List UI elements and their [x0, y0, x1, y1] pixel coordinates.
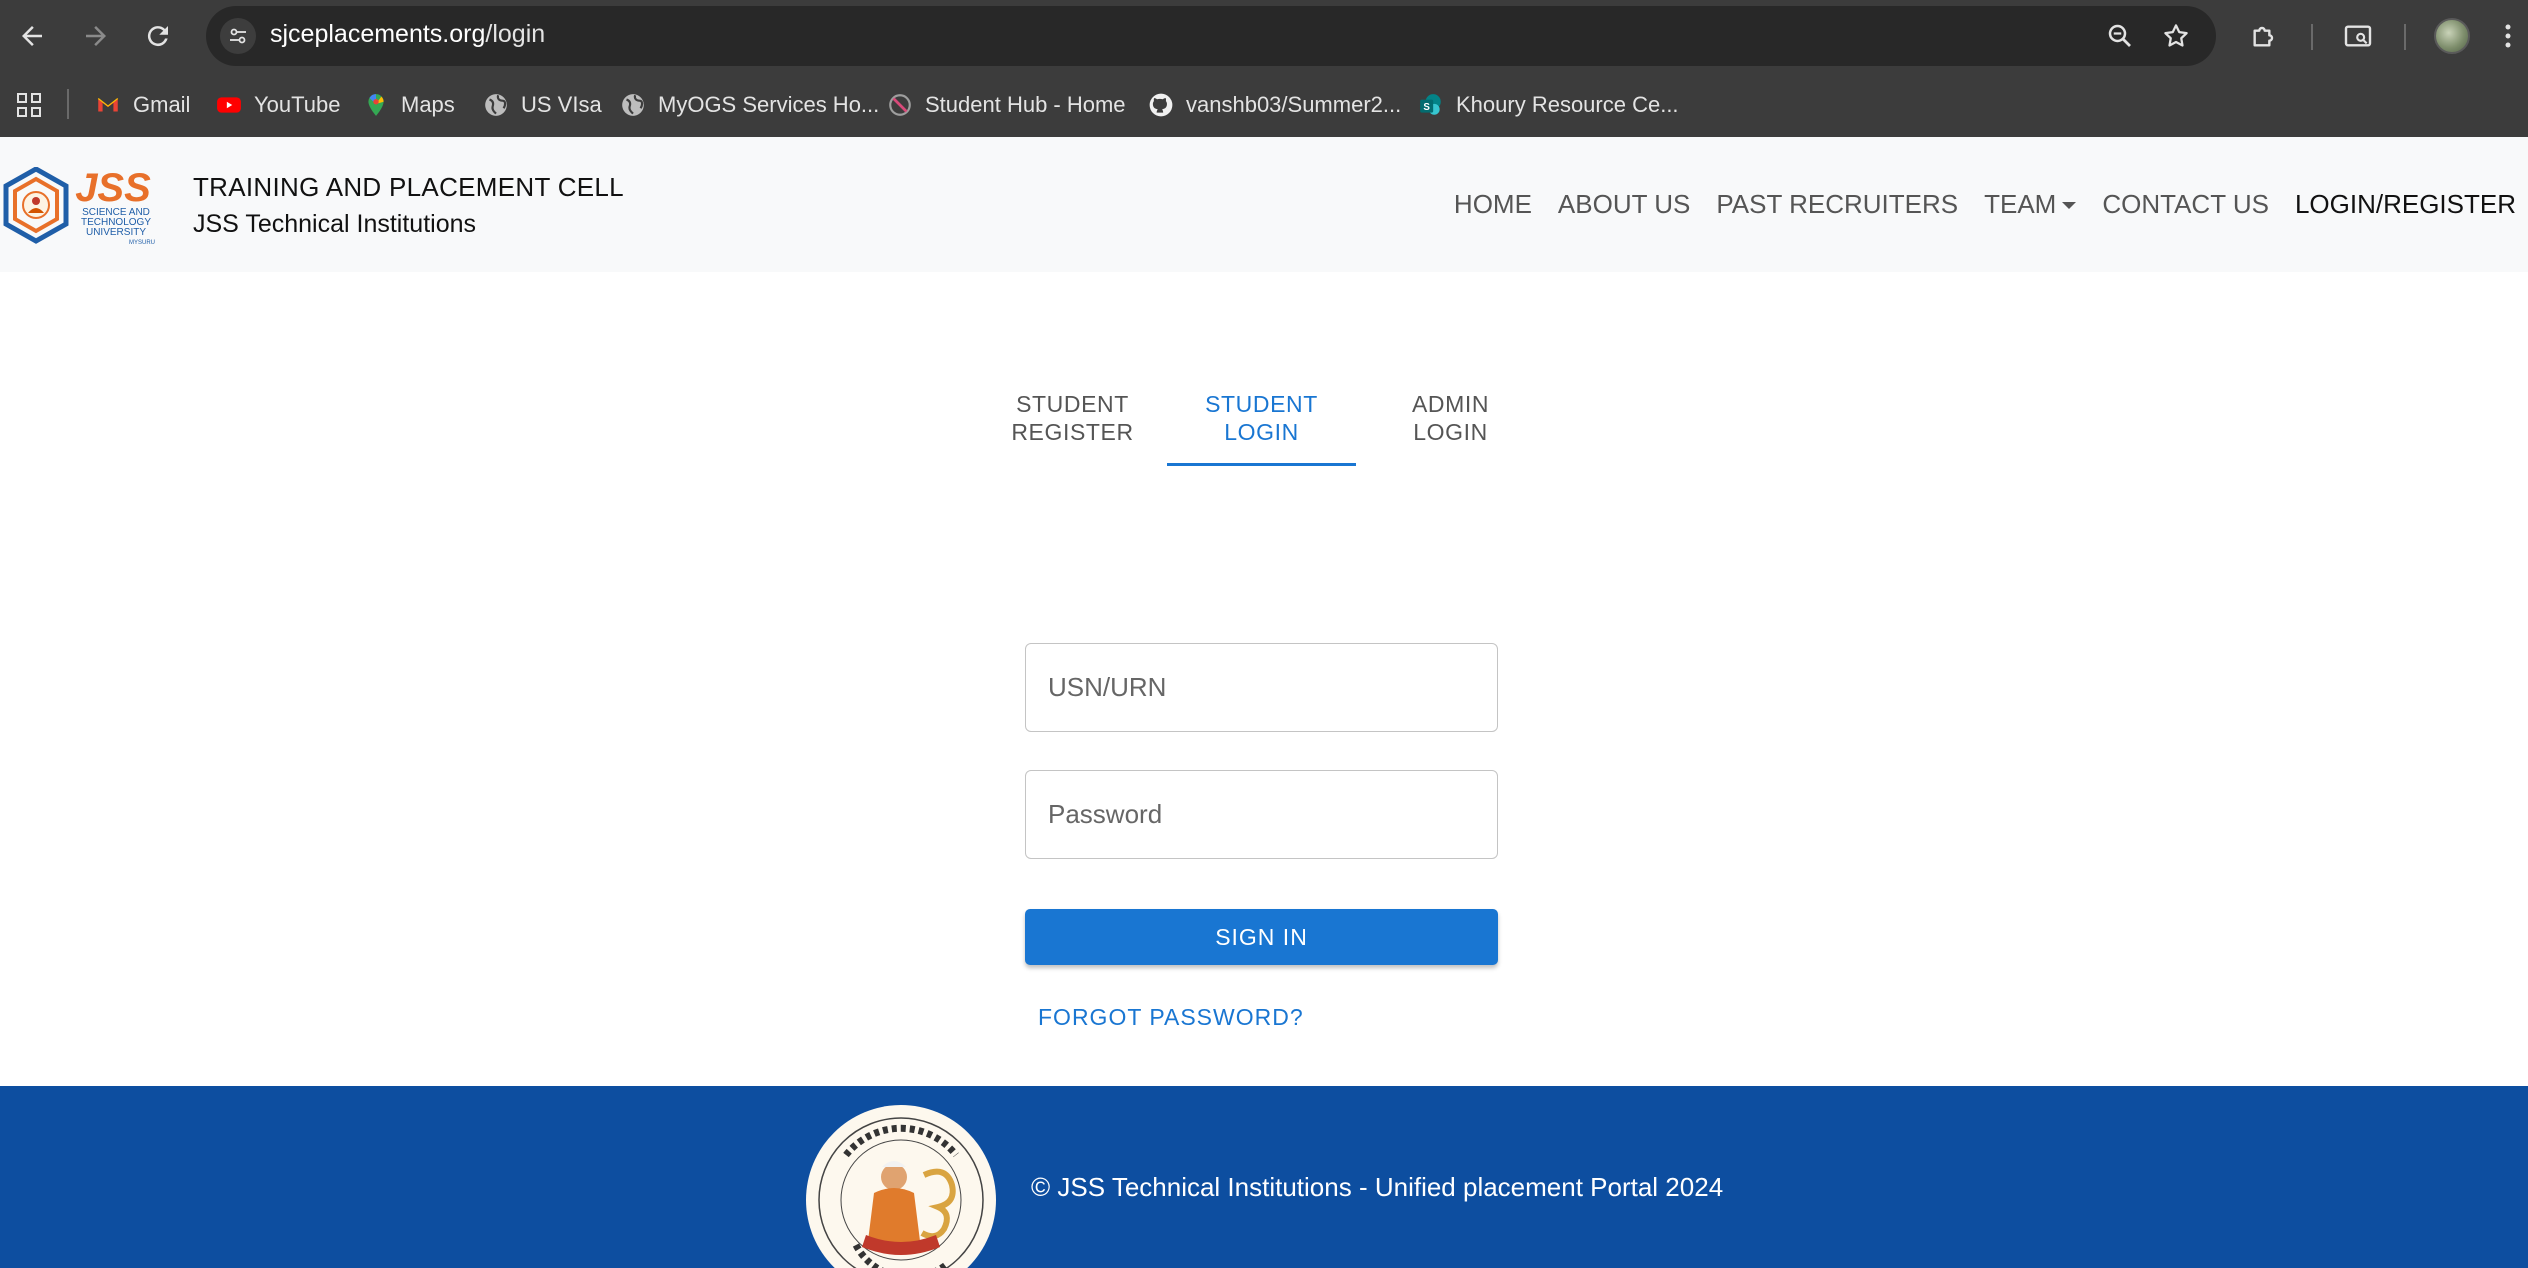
sharepoint-icon: S [1418, 92, 1444, 118]
tab-label: ADMIN [1411, 391, 1490, 417]
main-nav: HOME ABOUT US PAST RECRUITERS TEAM CONTA… [1428, 189, 2516, 220]
nav-past-recruiters[interactable]: PAST RECRUITERS [1716, 189, 1958, 220]
bookmark-github[interactable]: vanshb03/Summer2... [1148, 85, 1401, 125]
address-bar-row: sjceplacements.org/login [0, 0, 2528, 73]
site-title[interactable]: TRAINING AND PLACEMENT CELL [193, 172, 624, 203]
bookmark-label: vanshb03/Summer2... [1186, 92, 1402, 117]
omnibox[interactable]: sjceplacements.org/login [206, 6, 2216, 66]
svg-text:MYSURU: MYSURU [129, 240, 155, 246]
puzzle-icon [2253, 26, 2274, 47]
bookmark-label: Gmail [133, 92, 191, 117]
site-subtitle: JSS Technical Institutions [193, 210, 477, 238]
url-path: /login [485, 20, 546, 48]
site-footer: © JSS Technical Institutions - Unified p… [0, 1086, 2528, 1268]
bookmark-youtube[interactable]: YouTube [216, 85, 340, 125]
bookmarks-divider [67, 89, 69, 119]
tune-icon [230, 28, 246, 44]
apps-grid-icon [17, 93, 41, 117]
url-host: sjceplacements.org [270, 20, 486, 48]
tab-label: STUDENT [1016, 391, 1129, 417]
bookmark-maps[interactable]: Maps [363, 85, 455, 125]
student-hub-icon [887, 92, 913, 118]
tab-label: STUDENT [1205, 391, 1318, 417]
extensions-button[interactable] [2244, 16, 2284, 56]
toolbar-divider [2404, 24, 2406, 50]
bookmark-khoury[interactable]: S Khoury Resource Ce... [1418, 85, 1679, 125]
active-tab-indicator [1167, 463, 1356, 466]
star-icon [2164, 24, 2188, 47]
tab-student-register[interactable]: STUDENT REGISTER [978, 390, 1167, 468]
bookmark-student-hub[interactable]: Student Hub - Home [887, 85, 1126, 125]
nav-contact-us[interactable]: CONTACT US [2102, 189, 2269, 220]
reload-icon [147, 26, 168, 47]
bookmark-star-button[interactable] [2159, 19, 2193, 53]
tab-search-button[interactable] [2338, 16, 2378, 56]
jss-logo[interactable]: JSS SCIENCE AND TECHNOLOGY UNIVERSITY MY… [0, 166, 160, 247]
bookmark-label: YouTube [254, 92, 341, 117]
arrow-right-icon [86, 26, 106, 46]
browser-chrome: sjceplacements.org/login Gmail YouTube M… [0, 0, 2528, 137]
back-button[interactable] [14, 14, 50, 58]
gmail-icon [95, 92, 121, 118]
site-info-button[interactable] [220, 18, 256, 54]
password-input[interactable] [1026, 771, 1497, 858]
caret-down-icon [2062, 202, 2077, 209]
bookmark-label: Student Hub - Home [925, 92, 1126, 117]
tab-search-icon [2344, 25, 2372, 47]
usn-input[interactable] [1026, 644, 1497, 731]
usn-field[interactable] [1025, 643, 1498, 732]
svg-text:UNIVERSITY: UNIVERSITY [86, 227, 146, 238]
bookmark-gmail[interactable]: Gmail [95, 85, 190, 125]
globe-icon [620, 92, 646, 118]
more-vert-icon [2505, 24, 2511, 48]
tab-label: LOGIN [1413, 419, 1488, 445]
youtube-icon [216, 92, 242, 118]
password-field[interactable] [1025, 770, 1498, 859]
tab-admin-login[interactable]: ADMIN LOGIN [1356, 390, 1545, 468]
bookmark-label: Khoury Resource Ce... [1456, 92, 1679, 117]
apps-button[interactable] [12, 88, 46, 122]
nav-login-register[interactable]: LOGIN/REGISTER [2295, 189, 2516, 220]
tab-student-login[interactable]: STUDENT LOGIN [1167, 390, 1356, 468]
toolbar-divider [2311, 24, 2313, 50]
url-text[interactable]: sjceplacements.org/login [270, 20, 545, 49]
bookmark-label: US VIsa [521, 92, 602, 117]
zoom-button[interactable] [2103, 19, 2137, 53]
browser-menu-button[interactable] [2493, 16, 2523, 56]
github-icon [1148, 92, 1174, 118]
sign-in-button[interactable]: SIGN IN [1025, 909, 1498, 965]
svg-text:S: S [1423, 102, 1430, 113]
nav-team-dropdown[interactable]: TEAM [1984, 189, 2077, 220]
jss-seal-logo [806, 1105, 996, 1268]
bookmark-label: MyOGS Services Ho... [658, 92, 880, 117]
reload-button[interactable] [140, 14, 176, 58]
svg-text:JSS: JSS [75, 167, 151, 210]
auth-tabs: STUDENT REGISTER STUDENT LOGIN ADMIN LOGIN [978, 390, 1545, 468]
maps-icon [363, 92, 389, 118]
nav-about-us[interactable]: ABOUT US [1558, 189, 1690, 220]
tab-label: REGISTER [1011, 419, 1134, 445]
zoom-icon [2108, 24, 2131, 47]
bookmarks-bar: Gmail YouTube Maps US VIsa MyOGS Service… [0, 73, 2528, 137]
footer-copyright: © JSS Technical Institutions - Unified p… [1031, 1172, 1724, 1202]
arrow-left-icon [22, 26, 42, 46]
forward-button[interactable] [78, 14, 114, 58]
bookmark-myogs[interactable]: MyOGS Services Ho... [620, 85, 879, 125]
tab-label: LOGIN [1224, 419, 1299, 445]
nav-team-label: TEAM [1984, 189, 2057, 219]
globe-icon [483, 92, 509, 118]
site-navbar: JSS SCIENCE AND TECHNOLOGY UNIVERSITY MY… [0, 137, 2528, 272]
bookmark-label: Maps [401, 92, 455, 117]
profile-avatar[interactable] [2434, 18, 2470, 54]
nav-home[interactable]: HOME [1454, 189, 1532, 220]
bookmark-us-visa[interactable]: US VIsa [483, 85, 602, 125]
forgot-password-link[interactable]: FORGOT PASSWORD? [1038, 1004, 1304, 1031]
